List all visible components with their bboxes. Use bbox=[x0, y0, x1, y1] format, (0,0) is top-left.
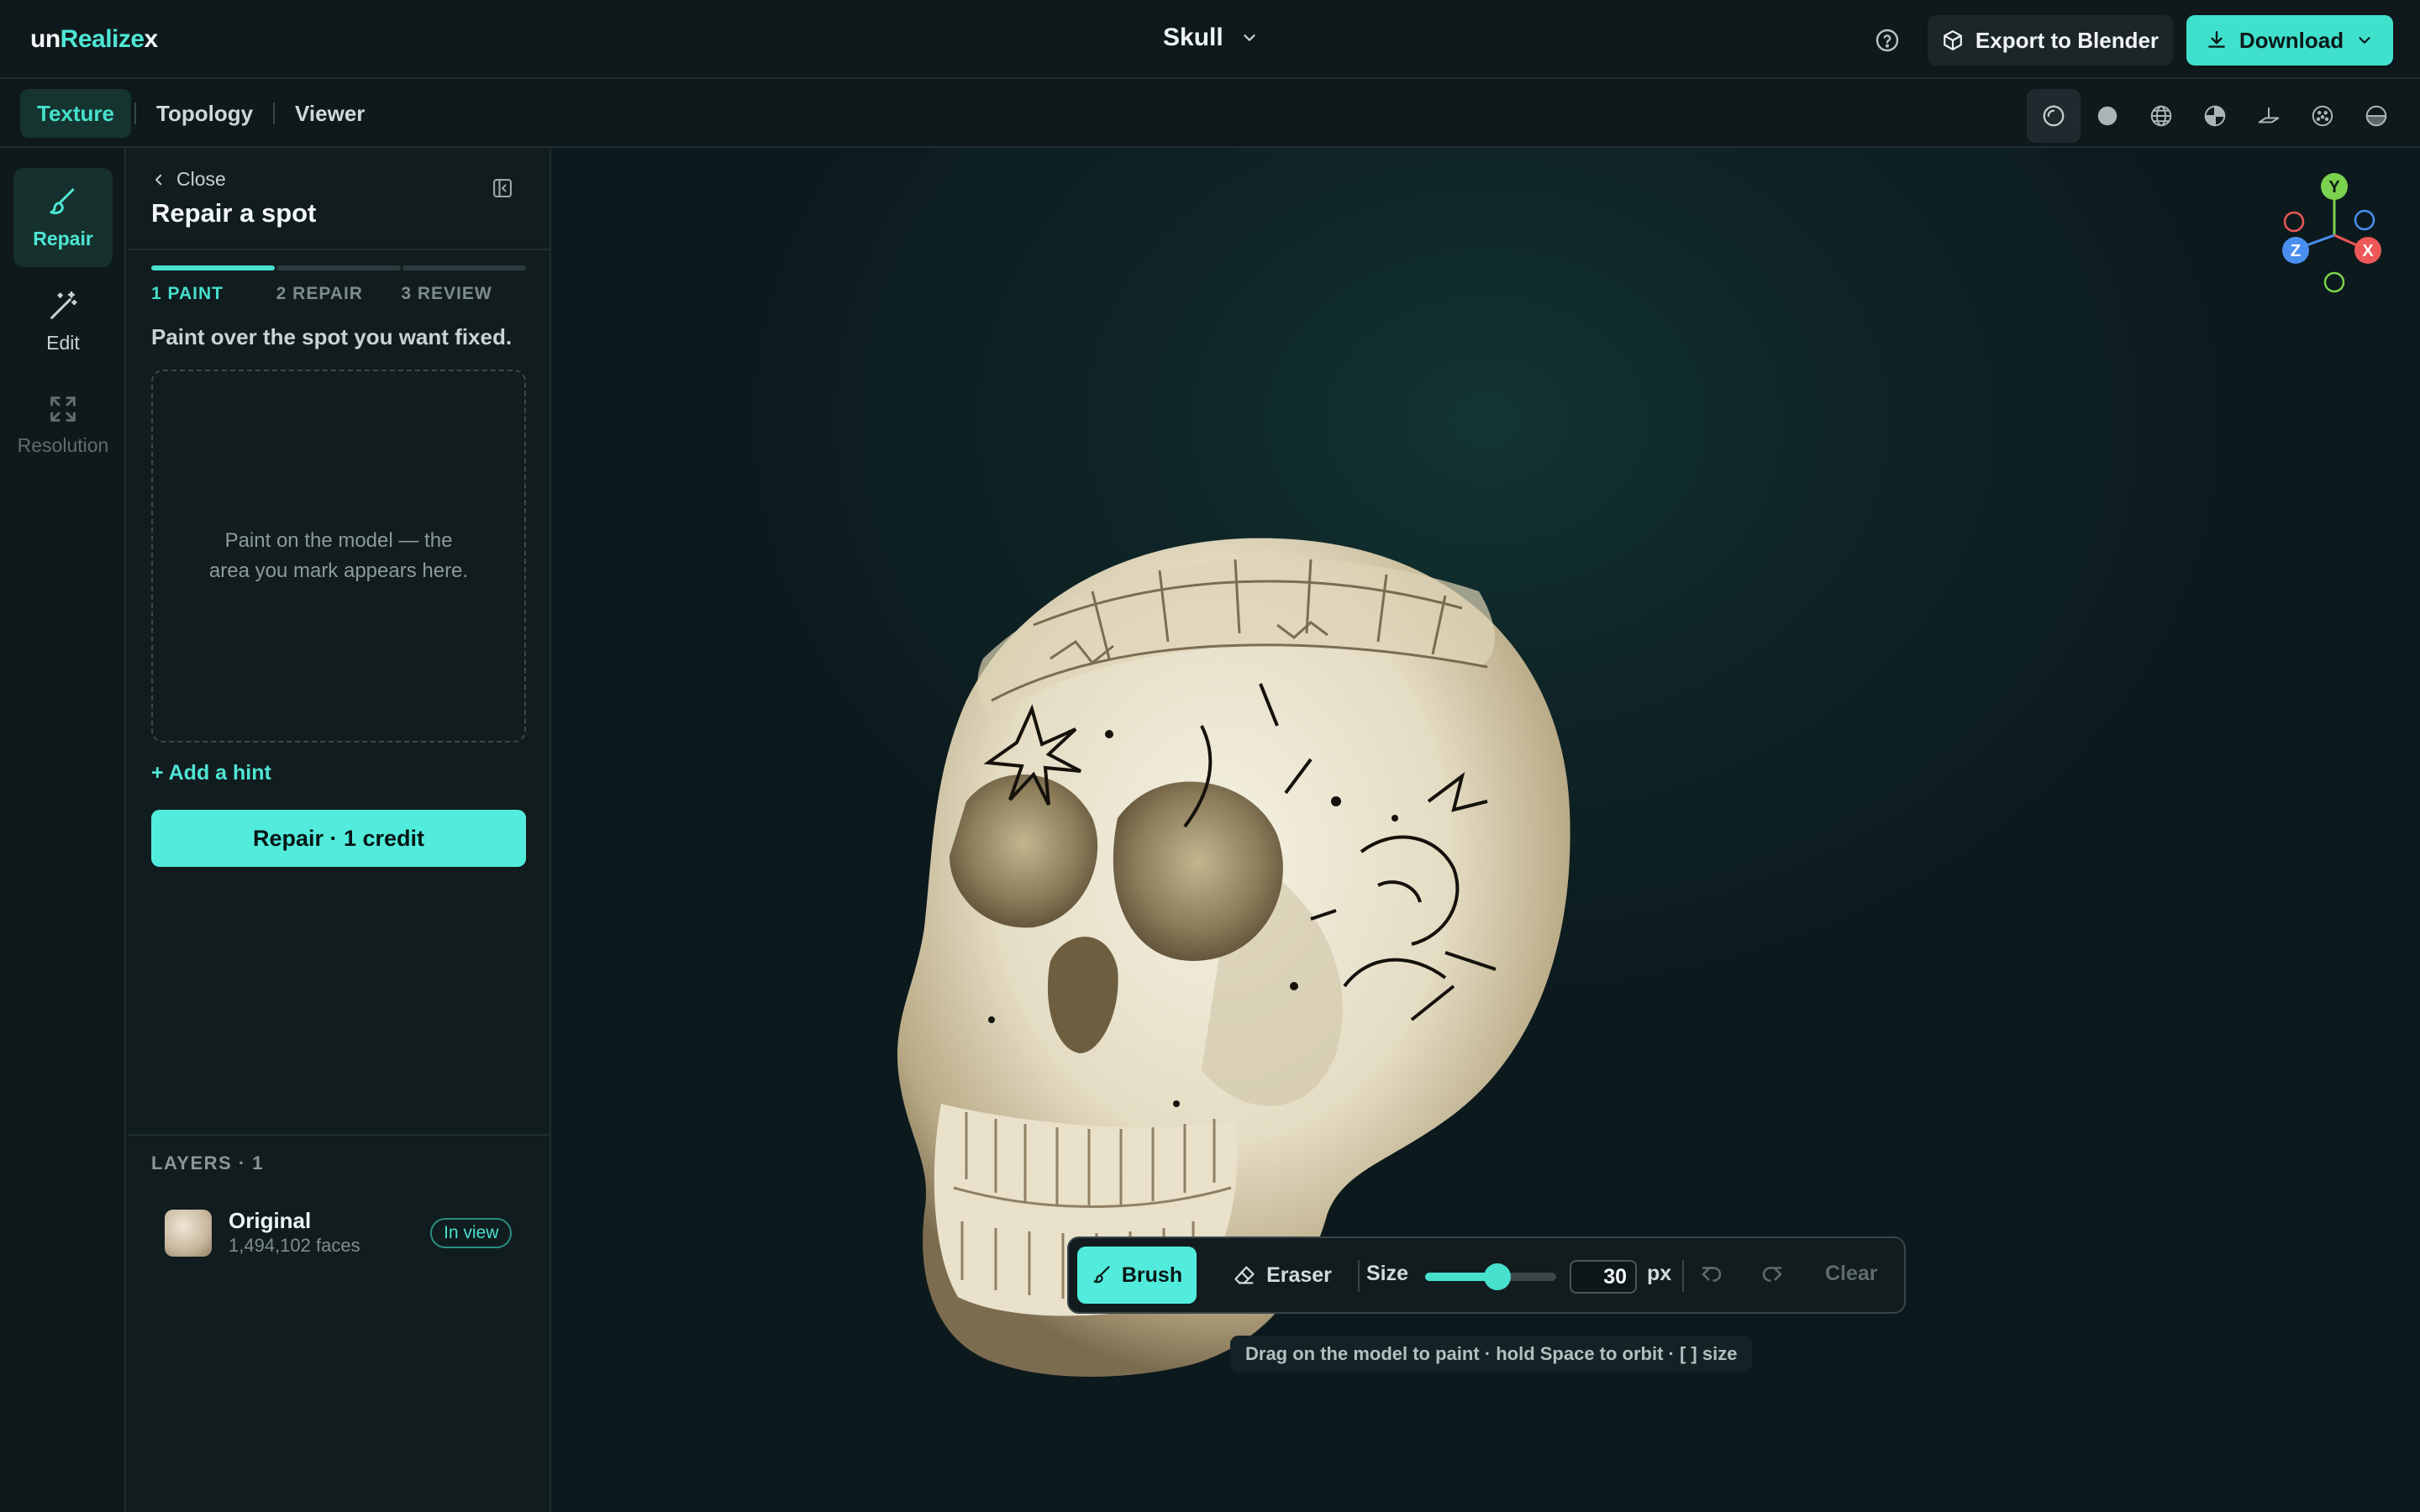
layers-heading: LAYERS · 1 bbox=[151, 1152, 265, 1173]
viewport-hint: Drag on the model to paint · hold Space … bbox=[1230, 1336, 1753, 1373]
chevron-down-icon bbox=[2355, 31, 2374, 50]
cube-icon bbox=[1942, 29, 1964, 51]
tab-texture[interactable]: Texture bbox=[20, 89, 131, 138]
expand-icon bbox=[46, 392, 80, 426]
toolbar-divider bbox=[1682, 1260, 1684, 1292]
toolbar-divider bbox=[1358, 1260, 1360, 1292]
tab-topology[interactable]: Topology bbox=[139, 89, 270, 138]
brush-size-input[interactable]: 30 bbox=[1570, 1260, 1637, 1294]
brush-icon bbox=[46, 186, 80, 219]
tab-divider bbox=[273, 102, 276, 124]
top-bar: unRealizex Skull Export to Blender Downl… bbox=[0, 0, 2420, 79]
plane-icon[interactable] bbox=[2242, 89, 2296, 143]
close-button[interactable]: Close bbox=[151, 168, 226, 191]
add-hint-link[interactable]: + Add a hint bbox=[151, 761, 271, 785]
app-logo[interactable]: unRealizex bbox=[30, 25, 158, 54]
brush-size-slider[interactable] bbox=[1425, 1263, 1556, 1290]
uv-checker-icon[interactable] bbox=[2188, 89, 2242, 143]
wireframe-icon[interactable] bbox=[2134, 89, 2188, 143]
brush-tool-button[interactable]: Brush bbox=[1077, 1247, 1197, 1304]
download-icon bbox=[2206, 29, 2228, 51]
export-to-blender-button[interactable]: Export to Blender bbox=[1928, 15, 2173, 66]
layer-item[interactable]: Original 1,494,102 faces In view bbox=[165, 1203, 526, 1263]
rail-item-edit[interactable]: Edit bbox=[13, 272, 113, 371]
step-bar-repair bbox=[276, 265, 401, 270]
mode-tabs: Texture Topology Viewer bbox=[20, 89, 381, 138]
solid-icon[interactable] bbox=[2081, 89, 2134, 143]
step-progress: 1 PAINT 2 REPAIR 3 REVIEW bbox=[151, 265, 526, 304]
step-bar-paint bbox=[151, 265, 276, 270]
step-label-repair: 2 REPAIR bbox=[276, 284, 363, 303]
svg-text:X: X bbox=[2362, 242, 2374, 260]
repair-button[interactable]: Repair · 1 credit bbox=[151, 810, 526, 867]
rail-item-repair[interactable]: Repair bbox=[13, 168, 113, 267]
panel-title: Repair a spot bbox=[151, 198, 317, 228]
chevron-down-icon bbox=[1240, 29, 1259, 47]
layer-face-count: 1,494,102 faces bbox=[229, 1235, 360, 1256]
view-mode-toolbar bbox=[2027, 89, 2403, 143]
step-label-paint: 1 PAINT bbox=[151, 284, 224, 303]
step-bar-review bbox=[402, 265, 526, 270]
mode-bar: Texture Topology Viewer bbox=[0, 79, 2420, 148]
svg-text:Z: Z bbox=[2291, 242, 2301, 260]
half-sphere-icon[interactable] bbox=[2349, 89, 2403, 143]
svg-text:Y: Y bbox=[2328, 178, 2340, 197]
size-label: Size bbox=[1366, 1262, 1409, 1285]
axis-gizmo-icon[interactable]: Y X Z bbox=[2275, 168, 2393, 302]
clear-button[interactable]: Clear bbox=[1825, 1262, 1878, 1286]
help-icon[interactable] bbox=[1874, 27, 1901, 54]
step-label-review: 3 REVIEW bbox=[401, 284, 492, 303]
texture-dots-icon[interactable] bbox=[2296, 89, 2349, 143]
tool-rail: Repair Edit Resolution bbox=[0, 148, 126, 1512]
download-button[interactable]: Download bbox=[2186, 15, 2393, 66]
divider bbox=[128, 249, 551, 250]
tab-divider bbox=[134, 102, 136, 124]
layer-thumbnail bbox=[165, 1210, 212, 1257]
collapse-panel-icon[interactable] bbox=[491, 176, 518, 203]
size-unit: px bbox=[1647, 1262, 1672, 1285]
paint-preview-placeholder: Paint on the model — the area you mark a… bbox=[208, 529, 469, 582]
eraser-icon bbox=[1233, 1263, 1256, 1287]
tab-viewer[interactable]: Viewer bbox=[278, 89, 381, 138]
project-title-dropdown[interactable]: Skull bbox=[1163, 24, 1259, 52]
step-instruction: Paint over the spot you want fixed. bbox=[151, 324, 513, 349]
chevron-left-icon bbox=[151, 172, 166, 187]
layer-name: Original bbox=[229, 1208, 312, 1233]
magic-wand-icon bbox=[46, 290, 80, 323]
undo-icon[interactable] bbox=[1699, 1262, 1729, 1292]
slider-thumb[interactable] bbox=[1483, 1263, 1511, 1290]
rail-item-resolution[interactable]: Resolution bbox=[13, 375, 113, 474]
redo-icon[interactable] bbox=[1760, 1262, 1790, 1292]
brush-toolbar: Brush Eraser Size 30 px Clear bbox=[1067, 1236, 1906, 1314]
project-title: Skull bbox=[1163, 24, 1223, 51]
shaded-icon[interactable] bbox=[2027, 89, 2081, 143]
in-view-badge: In view bbox=[430, 1218, 513, 1248]
repair-panel: Close Repair a spot 1 PAINT 2 REPAIR 3 R… bbox=[128, 148, 551, 1512]
paint-preview-area: Paint on the model — the area you mark a… bbox=[151, 370, 526, 743]
divider bbox=[128, 1134, 551, 1136]
brush-icon bbox=[1092, 1264, 1113, 1286]
eraser-tool-button[interactable]: Eraser bbox=[1207, 1247, 1358, 1304]
3d-viewport[interactable]: Y X Z Brush Eraser Size 30 px Clear Drag… bbox=[553, 148, 2420, 1512]
